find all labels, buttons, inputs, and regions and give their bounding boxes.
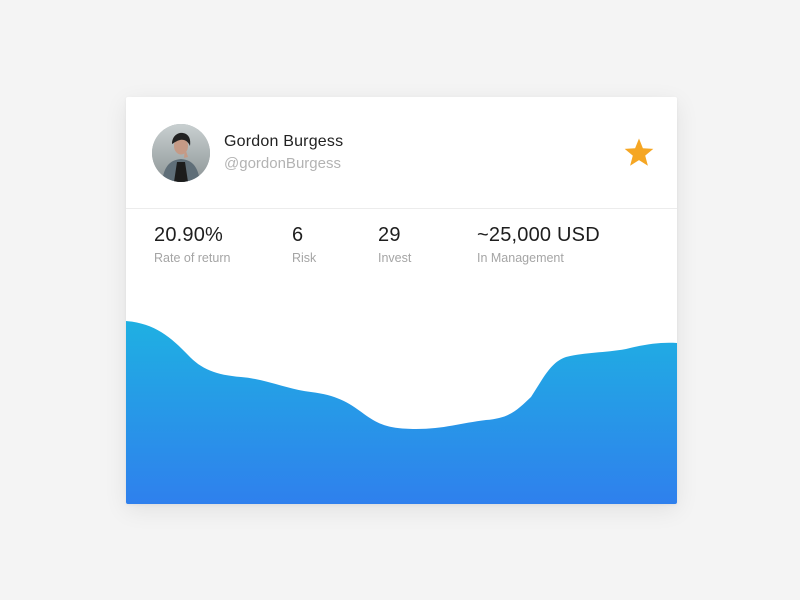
favorite-button[interactable] [621, 135, 657, 171]
stat-invest: 29 Invest [378, 221, 411, 267]
stat-value: 29 [378, 224, 401, 246]
stat-rate-of-return: 20.90% Rate of return [154, 221, 230, 267]
star-icon [624, 138, 654, 166]
stat-value: 20.90% [154, 224, 224, 246]
stat-value: 6 [292, 224, 304, 246]
user-handle: @gordonBurgess [224, 155, 341, 172]
stat-label: Rate of return [154, 251, 231, 265]
user-name: Gordon Burgess [224, 133, 344, 150]
stat-in-management: ~25,000 USD In Management [477, 221, 600, 267]
stat-value: ~25,000 USD [477, 224, 600, 246]
stats-row: 20.90% Rate of return 6 Risk 29 Invest ~… [126, 209, 677, 269]
avatar[interactable] [152, 124, 210, 182]
portfolio-card: Gordon Burgess @gordonBurgess 20.90% Rat… [126, 97, 677, 504]
profile-header: Gordon Burgess @gordonBurgess [126, 97, 677, 209]
stat-label: Invest [378, 251, 412, 265]
stat-risk: 6 Risk [292, 221, 316, 267]
area-series [126, 321, 677, 504]
performance-area-chart [126, 321, 677, 504]
stat-label: Risk [292, 251, 317, 265]
stat-label: In Management [477, 251, 564, 265]
avatar-image [152, 124, 210, 182]
